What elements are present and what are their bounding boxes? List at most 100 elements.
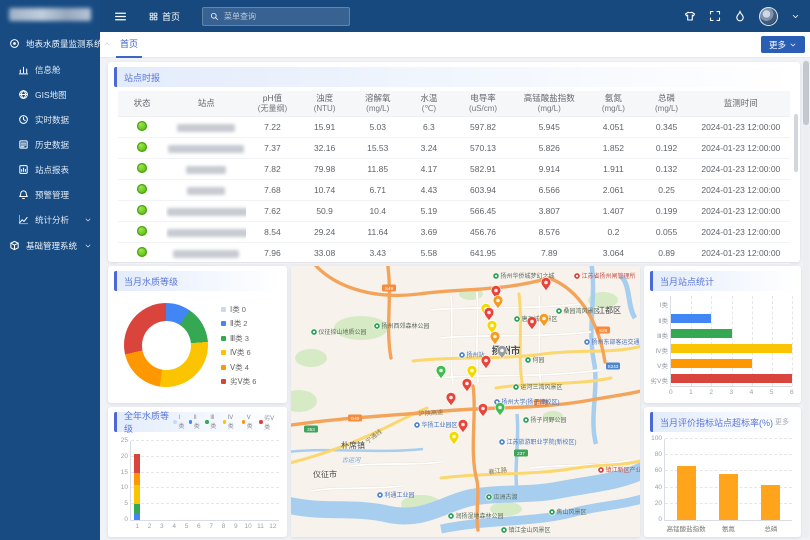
chevron-down-icon[interactable]	[791, 12, 800, 21]
table-row: 7.8279.9811.854.17582.919.9141.9110.1322…	[118, 159, 790, 180]
map-poi[interactable]: 江苏旅游职业学院(新校区)	[499, 438, 577, 446]
cell-value: 29.24	[299, 222, 351, 243]
tab-home[interactable]: 首页	[114, 32, 144, 58]
cell-time: 2024-01-23 12:00:00	[692, 222, 790, 243]
map-poi[interactable]: 扬州站	[459, 351, 485, 359]
cell-value: 5.03	[351, 117, 405, 138]
realtime-data-icon	[18, 114, 29, 125]
cell-value: 8.54	[246, 222, 298, 243]
map-poi[interactable]: 仪征捺山地质公园	[311, 328, 367, 336]
stacked-bar-month-10	[242, 441, 254, 520]
cell-value: 6.3	[405, 117, 453, 138]
more-button[interactable]: 更多	[761, 36, 805, 53]
theme-skin-icon[interactable]	[684, 10, 696, 22]
map-poi[interactable]: 镇江金山风景区	[501, 526, 551, 534]
column-header: 监测时间	[692, 91, 790, 117]
sidebar-item-预警管理[interactable]: 预警管理	[0, 182, 100, 207]
cell-value: 456.76	[453, 222, 513, 243]
hbar-劣Ⅴ类	[671, 374, 792, 383]
map-canvas[interactable]: G40G40S49S28353237S243 扬州市江都区仪征市朴席镇沪陕高速春…	[291, 266, 640, 537]
cell-value: 10.74	[299, 180, 351, 201]
alert-management-icon	[18, 189, 29, 200]
cell-value: 50.9	[299, 201, 351, 222]
sidebar-item-GIS地图[interactable]: GIS地图	[0, 82, 100, 107]
water-drop-icon[interactable]	[734, 10, 746, 22]
cell-value: 7.22	[246, 117, 298, 138]
topbar-actions	[684, 7, 800, 26]
chevron-up-icon	[103, 40, 111, 48]
cell-value: 3.24	[405, 138, 453, 159]
map-poi[interactable]: 润扬湿地森林公园	[448, 512, 504, 520]
fullscreen-icon[interactable]	[709, 10, 721, 22]
legend-item[interactable]: 劣Ⅴ类 6	[221, 375, 256, 390]
cell-value: 8.576	[513, 222, 585, 243]
cell-value: 0.192	[641, 138, 691, 159]
cell-value: 11.64	[351, 222, 405, 243]
legend-item[interactable]: Ⅲ类 3	[221, 331, 256, 346]
sidebar-item-实时数据[interactable]: 实时数据	[0, 107, 100, 132]
table-row: 8.5429.2411.643.69456.768.5760.20.055202…	[118, 222, 790, 243]
map-poi[interactable]: 瓜洲古渡	[486, 493, 518, 501]
stacked-bar-month-5	[180, 441, 192, 520]
scrollbar-thumb[interactable]	[803, 61, 809, 125]
table-row: 7.6250.910.45.19566.453.8071.4070.199202…	[118, 201, 790, 222]
cell-value: 570.13	[453, 138, 513, 159]
stacked-bar-month-12	[267, 441, 279, 520]
sidebar-item-站点报表[interactable]: 站点报表	[0, 157, 100, 182]
sidebar-group-0[interactable]: 地表水质量监测系统	[0, 30, 100, 57]
station-name-redacted	[186, 166, 226, 174]
map-poi[interactable]: 江苏省扬州闸管理所	[574, 272, 636, 280]
page-scrollbar[interactable]	[803, 59, 809, 538]
cell-value: 9.914	[513, 159, 585, 180]
svg-text:镇江新区产业园区: 镇江新区产业园区	[606, 466, 641, 474]
legend-item[interactable]: Ⅰ类 0	[221, 302, 256, 317]
topbar-home-link[interactable]: 首页	[149, 10, 180, 23]
cell-value: 4.43	[405, 180, 453, 201]
cell-value: 11.85	[351, 159, 405, 180]
cell-value: 0.89	[641, 243, 691, 264]
chevron-down-icon	[84, 216, 92, 224]
map-poi[interactable]: 运河三湾风景区	[513, 383, 563, 391]
svg-text:353: 353	[307, 427, 315, 432]
base-system-icon	[9, 240, 20, 251]
station-name-redacted	[173, 250, 239, 258]
user-avatar[interactable]	[759, 7, 778, 26]
column-header: 溶解氧(mg/L)	[351, 91, 405, 117]
svg-text:扬州东部客运交通中心: 扬州东部客运交通中心	[592, 338, 641, 346]
map-poi[interactable]: 扬州东部客运交通中心	[584, 338, 640, 346]
legend-item[interactable]: Ⅱ类 2	[221, 317, 256, 332]
app-logo	[9, 8, 91, 21]
station-name-redacted	[187, 187, 225, 195]
sidebar-item-统计分析[interactable]: 统计分析	[0, 207, 100, 232]
cell-value: 3.69	[405, 222, 453, 243]
map-city-label: 仪征市	[313, 469, 337, 479]
exceed-rate-panel: 当月评价指标站点超标率(%) 更多 020406080100高锰酸盐指数氨氮总磷	[644, 407, 801, 537]
map-poi[interactable]: 扬州西郊森林公园	[374, 322, 430, 330]
column-header: 站点	[166, 91, 246, 117]
monthly-station-stats-panel: 当月站点统计 0123456Ⅰ类Ⅱ类Ⅲ类Ⅳ类Ⅴ类劣Ⅴ类	[644, 266, 801, 403]
cell-value: 5.19	[405, 201, 453, 222]
station-stats-chart: 0123456Ⅰ类Ⅱ类Ⅲ类Ⅳ类Ⅴ类劣Ⅴ类	[644, 266, 801, 403]
search-input[interactable]: 菜单查询	[202, 7, 350, 26]
stacked-bar-month-2	[143, 441, 155, 520]
status-dot	[137, 163, 147, 173]
sidebar-item-信息舱[interactable]: 信息舱	[0, 57, 100, 82]
cell-value: 566.45	[453, 201, 513, 222]
table-scrollbar[interactable]	[794, 114, 798, 172]
column-header: pH值(无量纲)	[246, 91, 298, 117]
sidebar-group-1[interactable]: 基础管理系统	[0, 232, 100, 259]
svg-text:华扬工业园区: 华扬工业园区	[422, 421, 458, 429]
chevron-down-icon	[789, 41, 797, 49]
bar-segment	[134, 473, 140, 486]
hamburger-menu-icon[interactable]	[114, 10, 127, 23]
legend-item[interactable]: Ⅴ类 4	[221, 360, 256, 375]
stacked-bar-month-11	[254, 441, 266, 520]
legend-item[interactable]: Ⅳ类 6	[221, 346, 256, 361]
map-poi[interactable]: 何园	[525, 356, 545, 364]
svg-text:S49: S49	[385, 286, 394, 291]
sidebar-item-历史数据[interactable]: 历史数据	[0, 132, 100, 157]
stacked-bar-month-3	[156, 441, 168, 520]
cell-value: 4.051	[585, 117, 641, 138]
svg-text:利通工业园: 利通工业园	[385, 491, 415, 499]
stacked-bar-month-6	[193, 441, 205, 520]
